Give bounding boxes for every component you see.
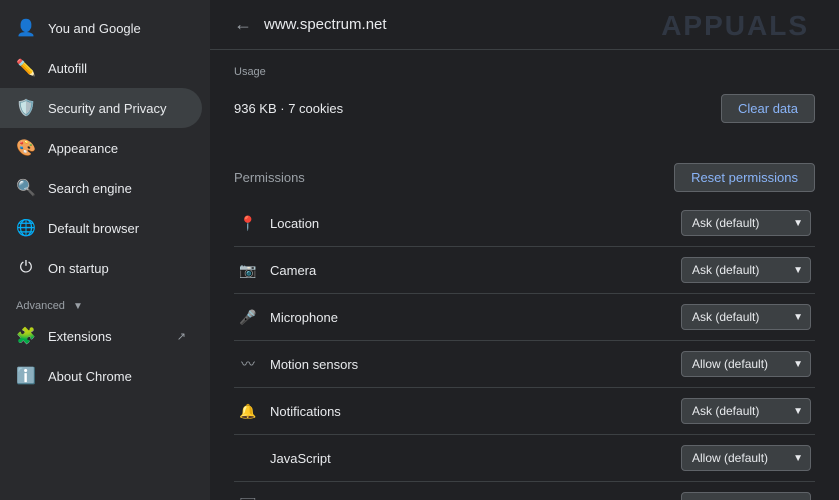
sidebar-label-about-chrome: About Chrome [48,369,186,384]
permission-row-motion-sensors: 〰 Motion sensors Allow (default) ▼ [234,341,815,388]
sidebar-label-extensions: Extensions [48,329,165,344]
permission-row-location: 📍 Location Ask (default) ▼ [234,200,815,247]
camera-icon: 📷 [238,260,258,280]
sidebar-label-search-engine: Search engine [48,181,186,196]
usage-section: Usage 936 KB · 7 cookies Clear data [210,50,839,147]
select-wrapper-notifications: Ask (default) ▼ [681,398,811,424]
select-wrapper-motion-sensors: Allow (default) ▼ [681,351,811,377]
permission-select-motion-sensors[interactable]: Allow (default) [681,351,811,377]
permissions-section: Permissions Reset permissions 📍 Location… [210,147,839,500]
permission-name-javascript: JavaScript [270,451,669,466]
select-wrapper-camera: Ask (default) ▼ [681,257,811,283]
sidebar-item-default-browser[interactable]: 🌐 Default browser [0,208,202,248]
permission-name-camera: Camera [270,263,669,278]
sidebar-item-security-privacy[interactable]: 🛡️ Security and Privacy [0,88,202,128]
permissions-label: Permissions [234,170,305,185]
sidebar-label-on-startup: On startup [48,261,186,276]
sidebar-item-search-engine[interactable]: 🔍 Search engine [0,168,202,208]
sidebar-item-autofill[interactable]: ✏️ Autofill [0,48,202,88]
site-url: www.spectrum.net [264,16,387,33]
sidebar-label-default-browser: Default browser [48,221,186,236]
microphone-icon: 🎤 [238,307,258,327]
site-header: ← www.spectrum.net APPUALS [210,0,839,50]
permission-select-notifications[interactable]: Ask (default) [681,398,811,424]
select-wrapper-microphone: Ask (default) ▼ [681,304,811,330]
reset-permissions-button[interactable]: Reset permissions [674,163,815,192]
location-icon: 📍 [238,213,258,233]
permission-select-javascript[interactable]: Allow (default) [681,445,811,471]
permission-row-notifications: 🔔 Notifications Ask (default) ▼ [234,388,815,435]
permission-select-camera[interactable]: Ask (default) [681,257,811,283]
you-and-google-icon: 👤 [16,18,36,38]
about-chrome-icon: ℹ️ [16,366,36,386]
advanced-arrow-icon: ▼ [73,301,83,312]
select-wrapper-javascript: Allow (default) ▼ [681,445,811,471]
advanced-section-header: Advanced ▼ [0,288,210,316]
back-button[interactable]: ← [234,14,252,35]
permissions-header: Permissions Reset permissions [234,163,815,192]
default-browser-icon: 🌐 [16,218,36,238]
external-link-icon: ↗ [177,330,186,343]
sidebar-item-on-startup[interactable]: ⏻ On startup [0,248,202,288]
permission-row-javascript: JavaScript Allow (default) ▼ [234,435,815,482]
main-content: ← www.spectrum.net APPUALS Usage 936 KB … [210,0,839,500]
permission-row-images: 🖼 Images Allow (default) ▼ [234,482,815,500]
permission-name-notifications: Notifications [270,404,669,419]
usage-row: 936 KB · 7 cookies Clear data [234,86,815,131]
permission-select-microphone[interactable]: Ask (default) [681,304,811,330]
autofill-icon: ✏️ [16,58,36,78]
on-startup-icon: ⏻ [16,258,36,278]
sidebar-item-you-and-google[interactable]: 👤 You and Google [0,8,202,48]
permission-select-location[interactable]: Ask (default) [681,210,811,236]
appearance-icon: 🎨 [16,138,36,158]
watermark: APPUALS [661,10,809,42]
permission-name-microphone: Microphone [270,310,669,325]
security-privacy-icon: 🛡️ [16,98,36,118]
sidebar-label-security-privacy: Security and Privacy [48,101,186,116]
sidebar-item-extensions[interactable]: 🧩 Extensions ↗ [0,316,202,356]
images-icon: 🖼 [238,495,258,500]
usage-value: 936 KB · 7 cookies [234,101,343,116]
usage-label: Usage [234,66,815,78]
sidebar-item-about-chrome[interactable]: ℹ️ About Chrome [0,356,202,396]
permission-row-microphone: 🎤 Microphone Ask (default) ▼ [234,294,815,341]
motion-sensors-icon: 〰 [238,354,258,374]
sidebar-label-you-and-google: You and Google [48,21,186,36]
permission-select-images[interactable]: Allow (default) [681,492,811,500]
sidebar: 👤 You and Google ✏️ Autofill 🛡️ Security… [0,0,210,500]
advanced-label: Advanced [16,300,65,312]
permissions-list: 📍 Location Ask (default) ▼ 📷 Camera Ask … [234,200,815,500]
select-wrapper-location: Ask (default) ▼ [681,210,811,236]
sidebar-label-autofill: Autofill [48,61,186,76]
sidebar-label-appearance: Appearance [48,141,186,156]
extensions-icon: 🧩 [16,326,36,346]
sidebar-item-appearance[interactable]: 🎨 Appearance [0,128,202,168]
select-wrapper-images: Allow (default) ▼ [681,492,811,500]
permission-name-motion-sensors: Motion sensors [270,357,669,372]
permission-row-camera: 📷 Camera Ask (default) ▼ [234,247,815,294]
permission-name-location: Location [270,216,669,231]
notifications-icon: 🔔 [238,401,258,421]
javascript-icon [238,448,258,468]
search-engine-icon: 🔍 [16,178,36,198]
clear-data-button[interactable]: Clear data [721,94,815,123]
